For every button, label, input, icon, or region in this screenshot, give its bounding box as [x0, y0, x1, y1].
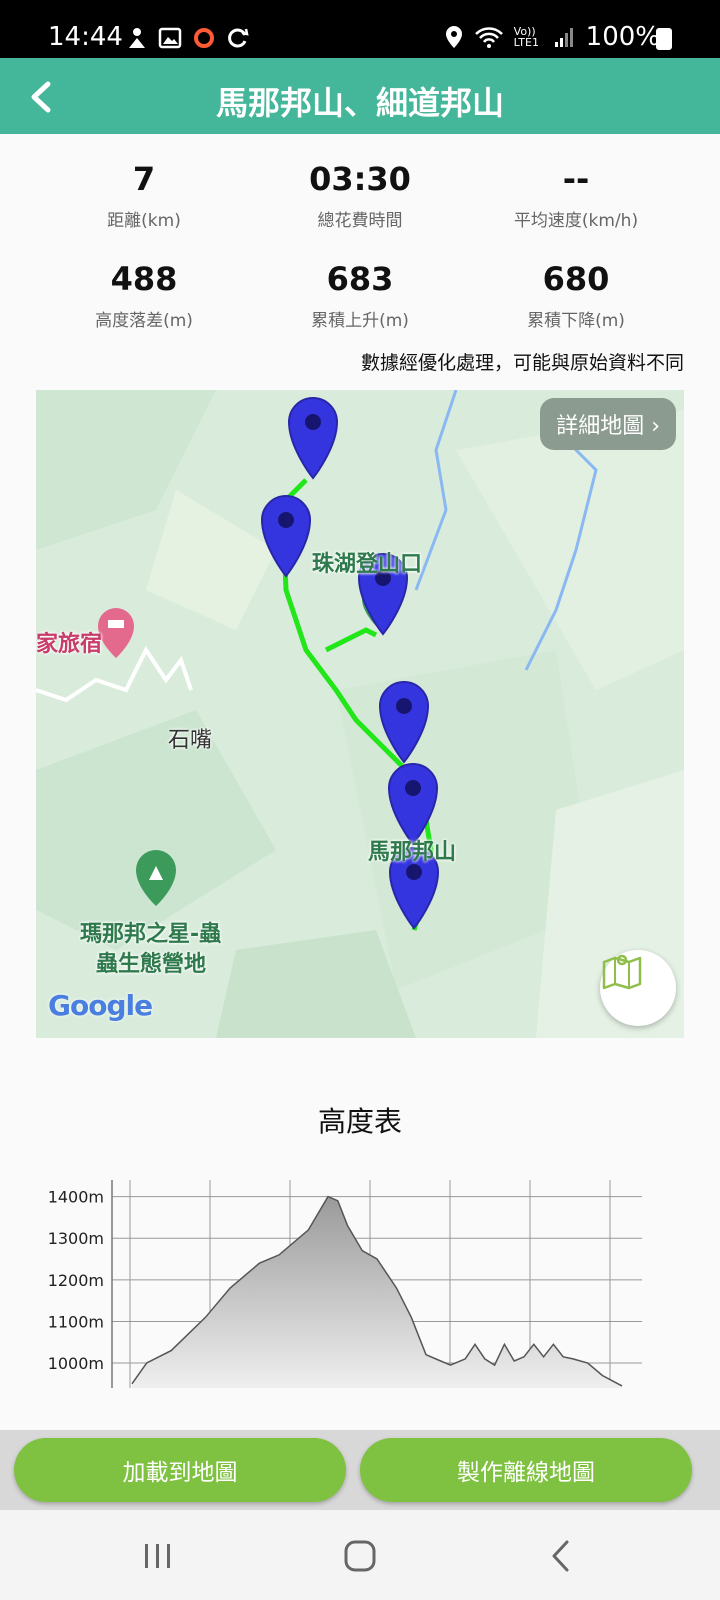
recent-apps-icon[interactable] — [136, 1534, 180, 1578]
signal-icon — [554, 28, 573, 47]
elevation-chart-title: 高度表 — [317, 1105, 402, 1138]
y-tick-label: 1400m — [48, 1188, 104, 1207]
battery-text: 100% — [585, 22, 660, 52]
wifi-icon — [474, 27, 503, 48]
stat-value: 680 — [542, 260, 610, 298]
person-icon — [129, 28, 145, 48]
stat-label: 距離(km) — [107, 211, 181, 231]
stat-total-time: 03:30 總花費時間 — [240, 160, 480, 231]
sync-icon — [228, 28, 249, 48]
map-label-shizui: 石嘴 — [168, 728, 213, 753]
status-left-icons — [126, 26, 250, 50]
map-label-camp-line2: 蟲生態營地 — [96, 952, 207, 977]
data-optimization-note: 數據經優化處理，可能與原始資料不同 — [360, 352, 684, 374]
stat-value: 683 — [326, 260, 394, 298]
y-tick-label: 1000m — [48, 1354, 104, 1373]
stat-label: 總花費時間 — [317, 211, 403, 231]
map-label-camp-line1: 瑪那邦之星-蟲 — [80, 922, 222, 947]
y-tick-label: 1300m — [48, 1229, 104, 1248]
google-logo-text: Google — [48, 989, 153, 1022]
status-time: 14:44 — [48, 22, 123, 52]
y-tick-label: 1100m — [48, 1312, 104, 1331]
route-map[interactable]: 珠湖登山口 家旅宿 石嘴 馬那邦山 瑪那邦之星-蟲 蟲生態營地 Google 詳… — [36, 390, 684, 1038]
record-icon — [194, 28, 214, 48]
stat-elevation-range: 488 高度落差(m) — [24, 260, 264, 331]
status-right-icons: Vo)) LTE1 100% — [444, 22, 660, 52]
make-offline-map-button[interactable]: 製作離線地圖 — [360, 1438, 692, 1502]
stat-label: 平均速度(km/h) — [513, 211, 639, 231]
waypoint-marker-1[interactable] — [287, 396, 339, 480]
network-type: Vo)) LTE1 — [513, 25, 539, 49]
stat-value: -- — [562, 160, 590, 198]
stat-value: 488 — [110, 260, 178, 298]
stat-distance: 7 距離(km) — [24, 160, 264, 231]
stat-label: 累積下降(m) — [527, 311, 625, 331]
map-toggle-button[interactable] — [600, 950, 676, 1026]
battery-icon — [656, 28, 672, 50]
folded-map-icon — [602, 954, 642, 990]
stat-total-ascent: 683 累積上升(m) — [240, 260, 480, 331]
home-icon[interactable] — [338, 1534, 382, 1578]
status-bar: 14:44 Vo)) LTE1 100% — [0, 0, 720, 58]
location-icon — [445, 26, 462, 48]
stat-total-descent: 680 累積下降(m) — [456, 260, 696, 331]
action-bar: 加載到地圖 製作離線地圖 — [0, 1430, 720, 1510]
load-to-map-button[interactable]: 加載到地圖 — [14, 1438, 346, 1502]
elevation-area — [132, 1196, 622, 1388]
back-icon[interactable] — [540, 1534, 584, 1578]
map-label-inn: 家旅宿 — [36, 632, 103, 657]
stat-value: 7 — [132, 160, 156, 198]
app-bar: 馬那邦山、細道邦山 — [0, 58, 720, 134]
system-nav-bar — [0, 1510, 720, 1600]
y-tick-label: 1200m — [48, 1271, 104, 1290]
page-title: 馬那邦山、細道邦山 — [215, 84, 504, 122]
stat-label: 高度落差(m) — [95, 311, 193, 331]
detail-map-button[interactable]: 詳細地圖 › — [540, 398, 676, 450]
elevation-chart: 1400m 1300m 1200m 1100m 1000m — [48, 1180, 642, 1388]
map-label-peak: 馬那邦山 — [368, 840, 457, 865]
stat-label: 累積上升(m) — [311, 311, 409, 331]
waypoint-marker-2[interactable] — [260, 494, 312, 578]
gallery-icon — [158, 27, 182, 49]
google-attribution: Google — [48, 989, 153, 1022]
stat-value: 03:30 — [309, 160, 411, 198]
map-label-trailhead: 珠湖登山口 — [312, 552, 423, 577]
stat-avg-speed: -- 平均速度(km/h) — [456, 160, 696, 231]
